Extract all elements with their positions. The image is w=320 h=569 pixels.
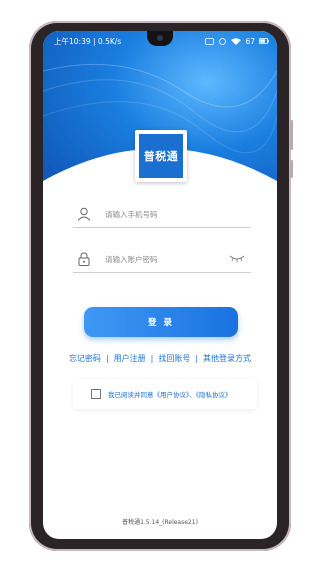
front-camera [157, 35, 163, 41]
phone-field[interactable] [73, 201, 251, 228]
lock-icon [78, 252, 90, 266]
app-screen: 上午10:39 | 0.5K/s 67 普税通 请输入手机号码 登 录 忘记密码… [43, 31, 277, 539]
agreement-checkbox[interactable] [91, 389, 101, 399]
login-button[interactable]: 登 录 [84, 307, 238, 337]
link-separator: | [150, 354, 154, 363]
phone-input[interactable] [103, 208, 227, 220]
version-label: 普税通1.5.14_(Release21) [122, 519, 198, 526]
wifi-icon [231, 37, 242, 45]
register-link[interactable]: 用户注册 [114, 353, 146, 364]
status-time-speed: 上午10:39 | 0.5K/s [54, 36, 122, 46]
recover-account-link[interactable]: 找回账号 [158, 353, 190, 364]
app-logo: 普税通 [135, 130, 187, 182]
battery-level: 67 [245, 36, 255, 46]
app-logo-text: 普税通 [139, 134, 183, 178]
password-field[interactable] [73, 246, 251, 273]
alarm-icon [219, 37, 227, 45]
link-separator: | [105, 354, 109, 363]
password-input[interactable] [103, 253, 227, 265]
link-separator: | [195, 354, 199, 363]
status-icons: 67 [205, 37, 269, 46]
volume-button [290, 120, 293, 150]
battery-icon [259, 38, 269, 44]
forgot-password-link[interactable]: 忘记密码 [69, 353, 101, 364]
other-login-link[interactable]: 其他登录方式 [203, 353, 251, 364]
user-icon [77, 207, 91, 221]
power-button [290, 160, 293, 178]
screenshot-icon [205, 37, 215, 45]
eye-closed-icon[interactable] [229, 254, 245, 263]
agreement-box: 我已阅读并同意《用户协议》、《隐私协议》 [73, 379, 257, 409]
agreement-text[interactable]: 我已阅读并同意《用户协议》、《隐私协议》 [108, 389, 232, 399]
account-links: 忘记密码 | 用户注册 | 找回账号 | 其他登录方式 [43, 353, 277, 364]
